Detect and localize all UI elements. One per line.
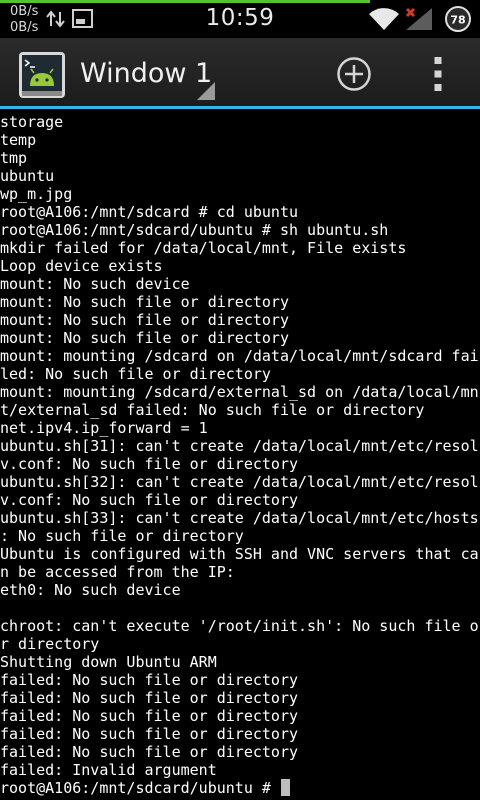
terminal-line: Shutting down Ubuntu ARM — [0, 653, 217, 671]
terminal-prompt: root@A106:/mnt/sdcard/ubuntu # — [0, 779, 280, 797]
terminal-line: root@A106:/mnt/sdcard/ubuntu # sh ubuntu… — [0, 221, 389, 239]
terminal-line: failed: No such file or directory — [0, 725, 299, 743]
terminal-line: failed: No such file or directory — [0, 689, 299, 707]
terminal-line: mount: mounting /sdcard on /data/local/m… — [0, 347, 479, 365]
terminal-cursor — [280, 779, 290, 796]
terminal-line: wp_m.jpg — [0, 185, 73, 203]
terminal-line: mkdir failed for /data/local/mnt, File e… — [0, 239, 407, 257]
terminal-line: ubuntu.sh[31]: can't create /data/local/… — [0, 437, 479, 455]
terminal-line: temp — [0, 131, 37, 149]
action-bar: Window 1 — [0, 38, 480, 106]
overflow-menu-button[interactable] — [428, 56, 448, 92]
terminal-line: eth0: No such device — [0, 581, 181, 599]
terminal-line: storage — [0, 113, 64, 131]
terminal-output[interactable]: storage temp tmp ubuntu wp_m.jpg root@A106:/m… — [0, 113, 480, 800]
terminal-line: failed: Invalid argument — [0, 761, 217, 779]
status-progress-bar — [0, 0, 370, 3]
terminal-line: Ubuntu is configured with SSH and VNC se… — [0, 545, 479, 563]
battery-icon: 78 — [445, 6, 471, 32]
terminal-line: root@A106:/mnt/sdcard # cd ubuntu — [0, 203, 299, 221]
signal-icon — [405, 7, 432, 30]
terminal-line: mount: mounting /sdcard/external_sd on /… — [0, 383, 479, 401]
terminal-line: mount: No such file or directory — [0, 311, 289, 329]
add-window-button[interactable] — [336, 56, 372, 92]
terminal-app-icon — [19, 52, 65, 98]
terminal-line: : No such file or directory — [0, 527, 244, 545]
battery-level: 78 — [450, 14, 465, 27]
window-selector[interactable]: Window 1 — [80, 58, 212, 89]
terminal-line: ubuntu.sh[32]: can't create /data/local/… — [0, 473, 479, 491]
terminal-line: r directory — [0, 635, 100, 653]
dropdown-indicator-icon[interactable] — [197, 82, 215, 100]
terminal-line: mount: No such file or directory — [0, 293, 289, 311]
terminal-line: mount: No such device — [0, 275, 190, 293]
status-bar: 0B/s 0B/s 10:59 78 — [0, 0, 480, 38]
terminal-line: tmp — [0, 149, 28, 167]
wifi-icon — [369, 8, 399, 31]
terminal-line: ubuntu — [0, 167, 55, 185]
terminal-line: ubuntu.sh[33]: can't create /data/local/… — [0, 509, 479, 527]
terminal-line: v.conf: No such file or directory — [0, 491, 299, 509]
terminal-line: Loop device exists — [0, 257, 163, 275]
terminal-line: chroot: can't execute '/root/init.sh': N… — [0, 617, 479, 635]
action-bar-divider — [0, 106, 480, 109]
terminal-line: failed: No such file or directory — [0, 671, 299, 689]
terminal-prompt-line[interactable]: root@A106:/mnt/sdcard/ubuntu # — [0, 779, 480, 797]
terminal-line: v.conf: No such file or directory — [0, 455, 299, 473]
terminal-line: led: No such file or directory — [0, 365, 271, 383]
terminal-line: t/external_sd failed: No such file or di… — [0, 401, 425, 419]
terminal-line: failed: No such file or directory — [0, 707, 299, 725]
terminal-line: failed: No such file or directory — [0, 743, 299, 761]
terminal-line: net.ipv4.ip_forward = 1 — [0, 419, 208, 437]
terminal-line: mount: No such file or directory — [0, 329, 289, 347]
terminal-line: n be accessed from the IP: — [0, 563, 235, 581]
